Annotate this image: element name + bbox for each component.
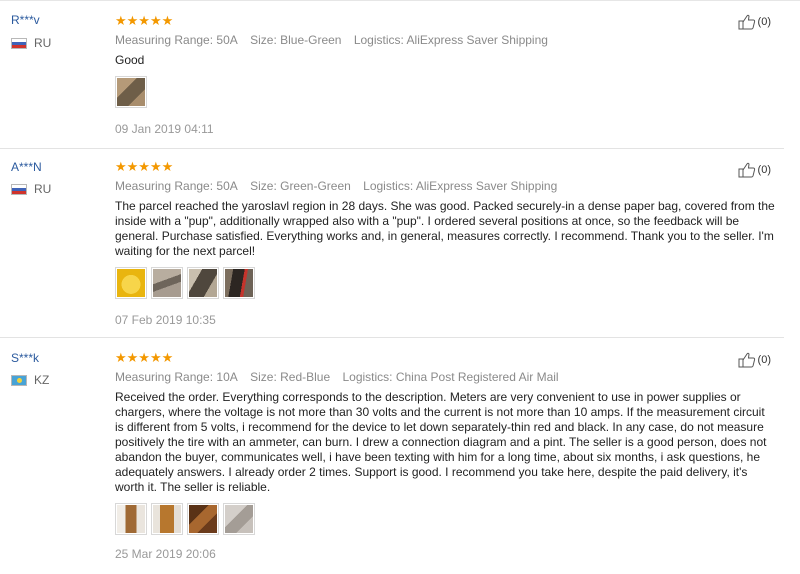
country-code: RU bbox=[34, 36, 52, 50]
size-option: Size: Blue-Green bbox=[250, 33, 342, 47]
helpful-count: (0) bbox=[757, 16, 771, 28]
top-divider bbox=[0, 0, 800, 1]
review-photo[interactable] bbox=[223, 267, 255, 299]
reviewer-name[interactable]: R***v bbox=[11, 13, 40, 27]
kazakhstan-flag-icon bbox=[11, 374, 27, 386]
review-attributes: Measuring Range: 50A Size: Green-Green L… bbox=[115, 179, 566, 193]
review-photo[interactable] bbox=[115, 503, 147, 535]
reviewer-country: RU bbox=[11, 36, 51, 50]
thumbs-up-icon bbox=[738, 352, 755, 368]
review-date: 09 Jan 2019 04:11 bbox=[115, 122, 214, 136]
helpful-button[interactable]: (0) bbox=[738, 162, 771, 178]
reviewer-name[interactable]: S***k bbox=[11, 351, 39, 365]
review-divider bbox=[0, 148, 784, 149]
helpful-count: (0) bbox=[757, 354, 771, 366]
helpful-button[interactable]: (0) bbox=[738, 14, 771, 30]
logistics-method: Logistics: AliExpress Saver Shipping bbox=[353, 33, 548, 47]
review-text: Good bbox=[115, 53, 145, 67]
reviewer-country: RU bbox=[11, 182, 51, 196]
review-date: 07 Feb 2019 10:35 bbox=[115, 313, 216, 327]
rating-stars: ★★★★★ bbox=[115, 159, 174, 174]
review-photos bbox=[115, 76, 147, 108]
measuring-range: Measuring Range: 50A bbox=[115, 179, 238, 193]
country-code: RU bbox=[34, 182, 52, 196]
review-text: The parcel reached the yaroslavl region … bbox=[115, 199, 775, 258]
review-photo[interactable] bbox=[187, 503, 219, 535]
review-text: Received the order. Everything correspon… bbox=[115, 390, 767, 494]
size-option: Size: Green-Green bbox=[250, 179, 351, 193]
logistics-method: Logistics: China Post Registered Air Mai… bbox=[342, 370, 559, 384]
rating-stars: ★★★★★ bbox=[115, 350, 174, 365]
review-photo[interactable] bbox=[223, 503, 255, 535]
review-date: 25 Mar 2019 20:06 bbox=[115, 547, 216, 561]
review-divider bbox=[0, 337, 784, 338]
review-photo[interactable] bbox=[151, 503, 183, 535]
helpful-count: (0) bbox=[757, 164, 771, 176]
rating-stars: ★★★★★ bbox=[115, 13, 174, 28]
thumbs-up-icon bbox=[738, 14, 755, 30]
reviewer-name[interactable]: A***N bbox=[11, 160, 42, 174]
review-photo[interactable] bbox=[115, 76, 147, 108]
measuring-range: Measuring Range: 10A bbox=[115, 370, 238, 384]
thumbs-up-icon bbox=[738, 162, 755, 178]
review-attributes: Measuring Range: 10A Size: Red-Blue Logi… bbox=[115, 370, 568, 384]
country-code: KZ bbox=[34, 373, 50, 387]
review-photos bbox=[115, 503, 255, 535]
russia-flag-icon bbox=[11, 37, 27, 49]
size-option: Size: Red-Blue bbox=[250, 370, 331, 384]
helpful-button[interactable]: (0) bbox=[738, 352, 771, 368]
review-attributes: Measuring Range: 50A Size: Blue-Green Lo… bbox=[115, 33, 557, 47]
russia-flag-icon bbox=[11, 183, 27, 195]
review-photo[interactable] bbox=[151, 267, 183, 299]
measuring-range: Measuring Range: 50A bbox=[115, 33, 238, 47]
logistics-method: Logistics: AliExpress Saver Shipping bbox=[363, 179, 558, 193]
review-photos bbox=[115, 267, 255, 299]
reviewer-country: KZ bbox=[11, 373, 49, 387]
review-photo[interactable] bbox=[187, 267, 219, 299]
review-photo[interactable] bbox=[115, 267, 147, 299]
